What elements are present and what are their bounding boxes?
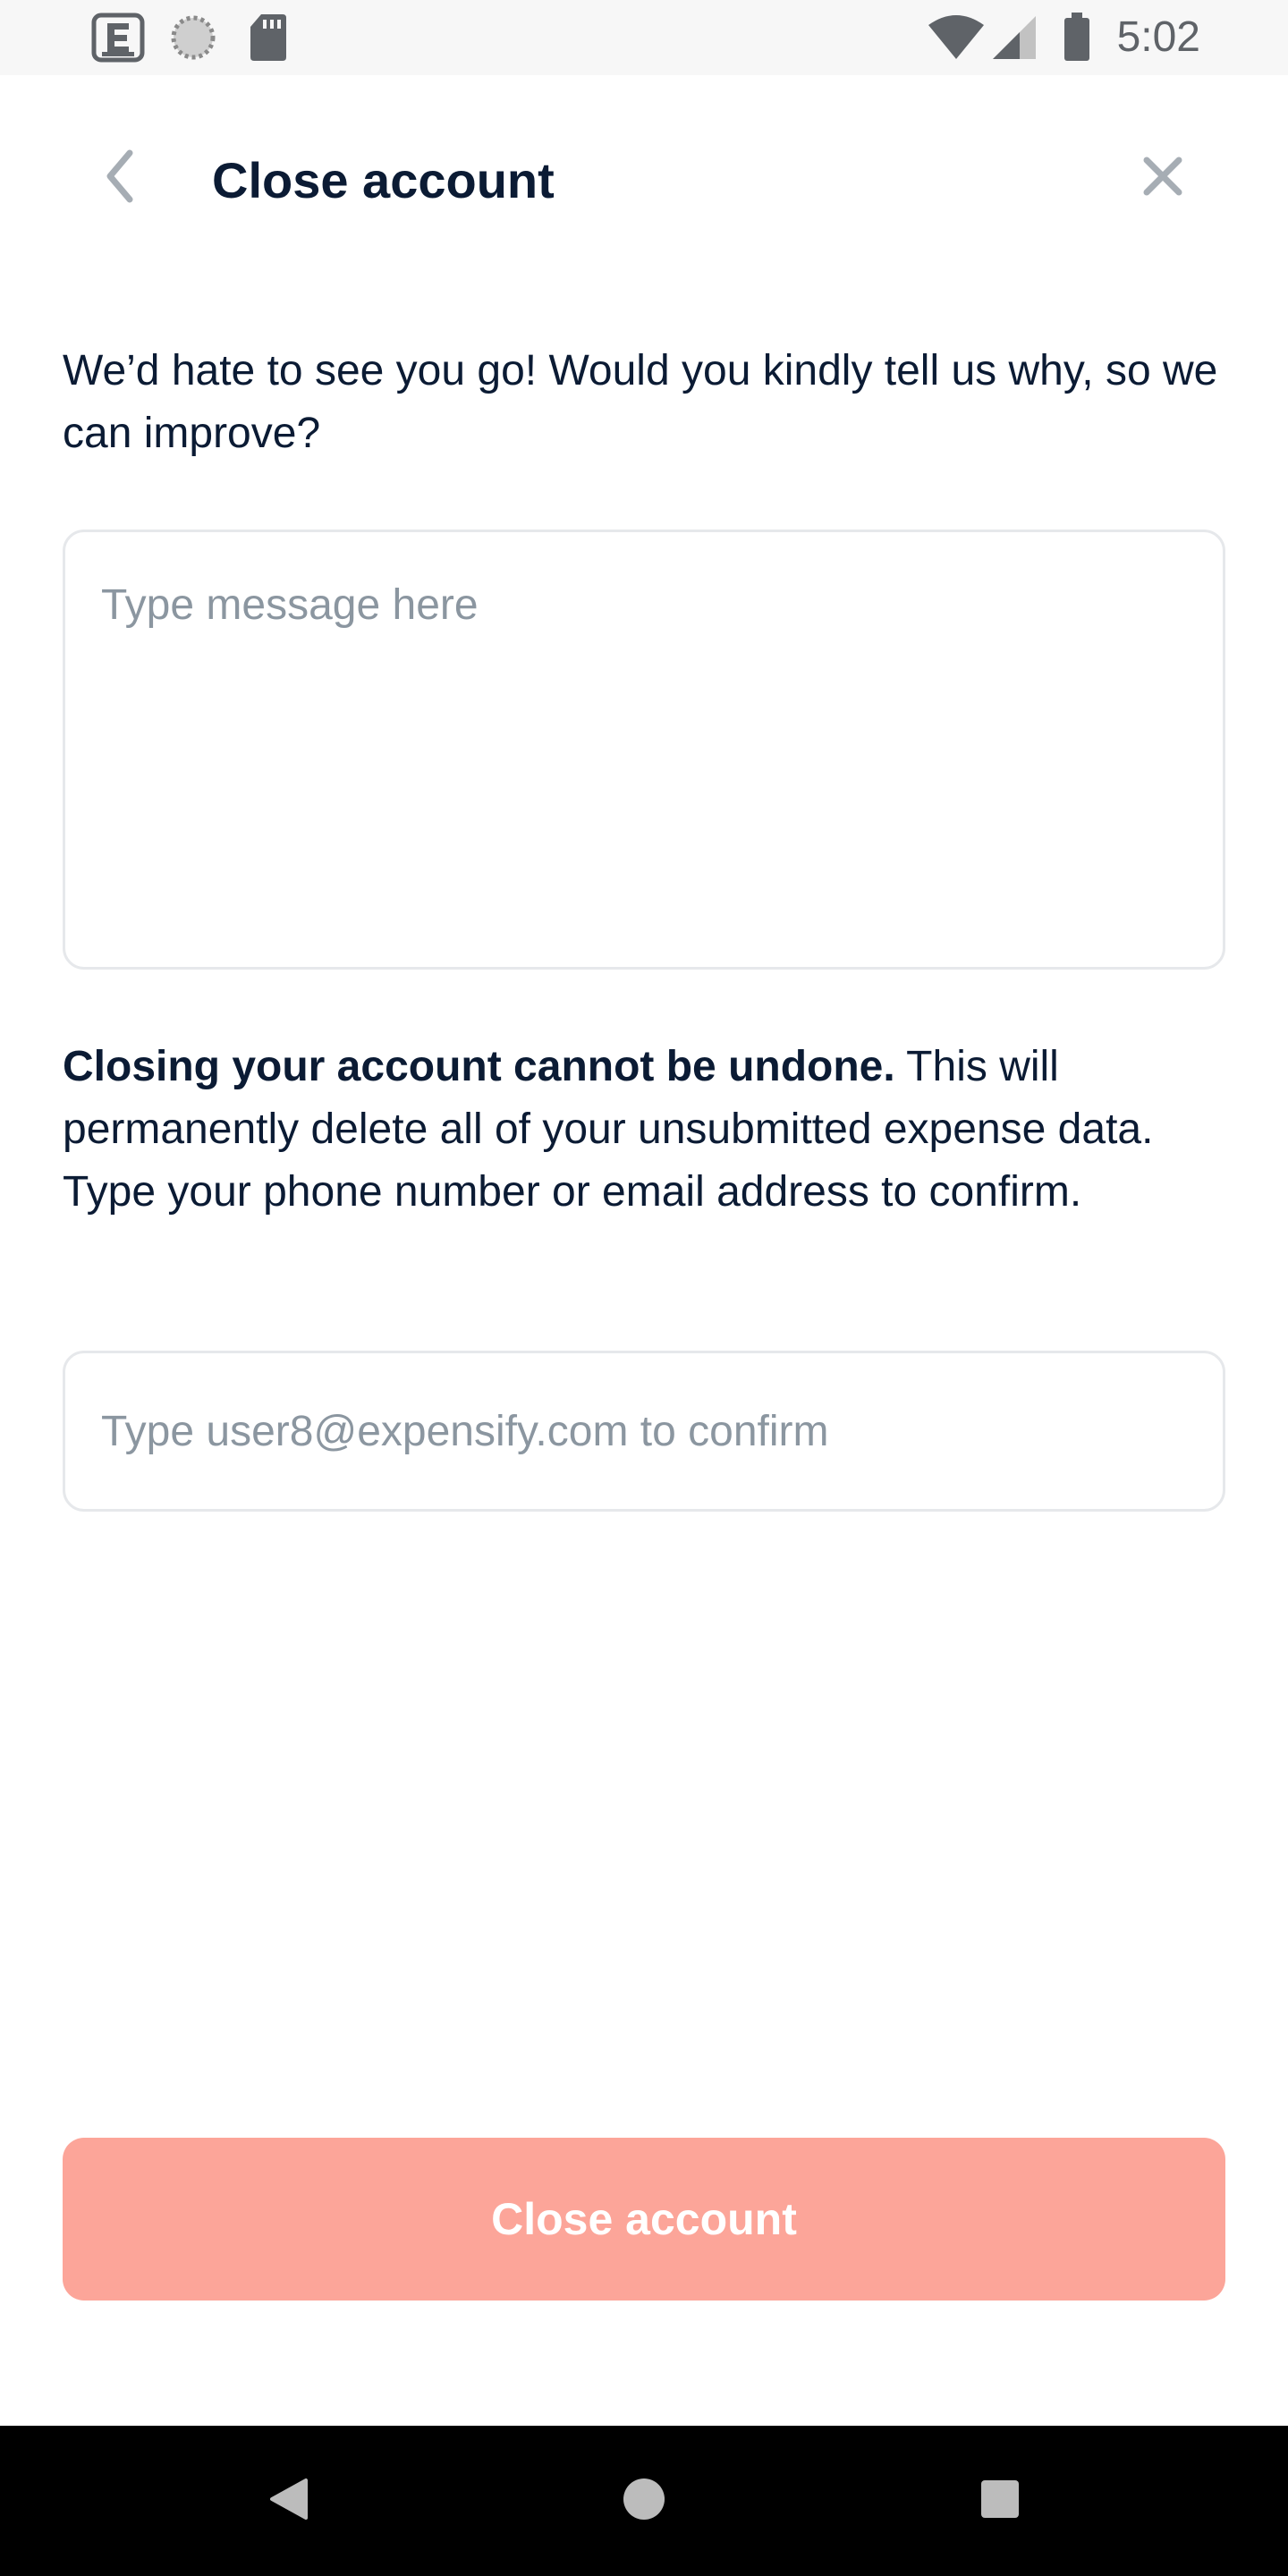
close-button[interactable] (1131, 147, 1194, 209)
confirm-email-input[interactable]: Type user8@expensify.com to confirm (63, 1351, 1225, 1512)
back-button[interactable] (89, 147, 152, 209)
feedback-prompt: We’d hate to see you go! Would you kindl… (63, 347, 1218, 457)
close-warning: Closing your account cannot be undone. T… (63, 1036, 1234, 1224)
nav-back-button[interactable] (252, 2465, 324, 2537)
system-nav-bar (0, 2426, 1288, 2576)
close-account-button-label: Close account (491, 2194, 797, 2244)
close-account-button[interactable]: Close account (63, 2138, 1225, 2301)
home-circle-icon (622, 2477, 666, 2526)
message-placeholder: Type message here (101, 581, 479, 629)
header: Close account (0, 75, 1288, 281)
recents-square-icon (979, 2479, 1021, 2524)
status-time: 5:02 (1116, 13, 1200, 61)
cellular-signal-icon (991, 14, 1038, 61)
nav-recents-button[interactable] (964, 2465, 1036, 2537)
loading-circle-icon (170, 14, 216, 61)
nav-home-button[interactable] (608, 2465, 680, 2537)
page-title: Close account (212, 152, 555, 208)
back-triangle-icon (267, 2477, 309, 2526)
close-x-icon (1143, 157, 1182, 200)
feedback-message-input[interactable]: Type message here (63, 530, 1225, 970)
warning-bold-text: Closing your account cannot be undone. (63, 1043, 895, 1090)
confirm-placeholder: Type user8@expensify.com to confirm (101, 1407, 829, 1455)
battery-icon (1063, 11, 1091, 63)
chevron-left-icon (103, 149, 139, 208)
wifi-icon (927, 14, 986, 61)
expensify-e-icon (91, 13, 145, 63)
sd-card-icon (249, 13, 288, 63)
status-bar: 5:02 (0, 0, 1288, 75)
